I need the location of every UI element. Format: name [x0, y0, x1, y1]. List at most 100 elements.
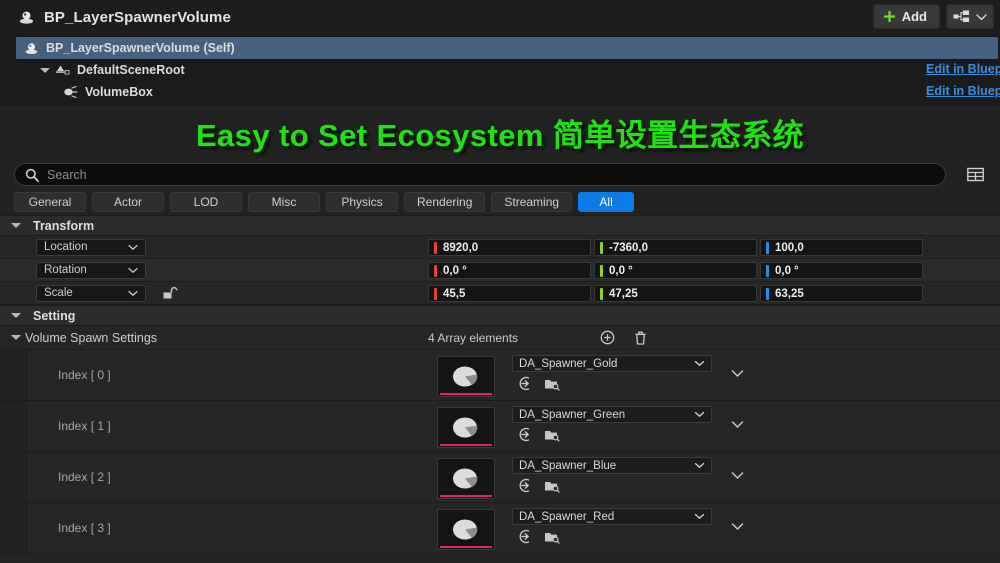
- field-value: -7360,0: [609, 241, 649, 254]
- asset-thumbnail[interactable]: [437, 458, 495, 499]
- asset-thumbnail[interactable]: [437, 407, 495, 448]
- tab-label: Rendering: [417, 195, 473, 209]
- chevron-down-icon: [128, 267, 138, 274]
- array-element-row: Index [ 3 ] DA_Spawner_Red: [0, 503, 1000, 554]
- scene-root-icon: [54, 63, 70, 77]
- tab-misc[interactable]: Misc: [248, 192, 320, 212]
- tab-label: Physics: [341, 195, 383, 209]
- element-index-label: Index [ 0 ]: [58, 368, 111, 382]
- field-value: 0,0 °: [775, 264, 799, 277]
- rotation-x-input[interactable]: 0,0 °: [428, 262, 591, 279]
- scale-z-input[interactable]: 63,25: [760, 285, 923, 302]
- caret-down-icon[interactable]: [11, 335, 21, 340]
- row-gutter: [0, 452, 27, 502]
- array-property-label: Volume Spawn Settings: [25, 330, 158, 345]
- use-selected-asset-icon[interactable]: [518, 427, 533, 442]
- add-button[interactable]: Add: [872, 4, 940, 29]
- asset-name: DA_Spawner_Red: [519, 510, 615, 523]
- tab-all[interactable]: All: [578, 192, 635, 212]
- asset-type-color-bar: [440, 444, 492, 446]
- array-element-row: Index [ 0 ] DA_Spawner_Gold: [0, 350, 1000, 401]
- asset-thumbnail[interactable]: [437, 509, 495, 550]
- tree-item-label: DefaultSceneRoot: [77, 63, 185, 77]
- unlocked-padlock-icon[interactable]: [162, 286, 178, 301]
- property-label: Location: [44, 241, 88, 253]
- browse-to-asset-icon[interactable]: [544, 479, 560, 493]
- edit-in-blueprint-link[interactable]: Edit in Blueprint: [926, 84, 1000, 98]
- category-header-setting[interactable]: Setting: [0, 305, 1000, 326]
- browse-to-asset-icon[interactable]: [544, 428, 560, 442]
- trash-icon[interactable]: [633, 330, 648, 346]
- caret-down-icon[interactable]: [40, 67, 50, 73]
- chevron-down-icon: [976, 13, 987, 21]
- axis-x-color-bar: [434, 241, 437, 254]
- property-row-rotation: Rotation 0,0 ° 0,0 ° 0,0 °: [0, 259, 1000, 282]
- details-body: Transform Location 8920,0 -7360,0 100,0 …: [0, 215, 1000, 563]
- row-gutter: [0, 401, 27, 451]
- browse-to-asset-icon[interactable]: [544, 377, 560, 391]
- tab-actor[interactable]: Actor: [92, 192, 164, 212]
- plus-icon: [883, 10, 896, 23]
- tab-physics[interactable]: Physics: [326, 192, 398, 212]
- tree-item-volume-box[interactable]: VolumeBox Edit in Blueprint: [0, 81, 1000, 103]
- search-input[interactable]: Search: [14, 163, 946, 186]
- scale-name-button[interactable]: Scale: [36, 284, 146, 302]
- tab-label: General: [28, 195, 72, 209]
- overlay-banner-text: Easy to Set Ecosystem 简单设置生态系统: [195, 117, 805, 153]
- tab-lod[interactable]: LOD: [170, 192, 242, 212]
- scale-x-input[interactable]: 45,5: [428, 285, 591, 302]
- tree-item-default-scene-root[interactable]: DefaultSceneRoot Edit in Blueprint: [0, 59, 1000, 81]
- tab-streaming[interactable]: Streaming: [491, 192, 573, 212]
- asset-dropdown[interactable]: DA_Spawner_Green: [512, 406, 712, 423]
- location-name-button[interactable]: Location: [36, 238, 146, 256]
- asset-action-icons: [518, 529, 560, 544]
- asset-dropdown[interactable]: DA_Spawner_Blue: [512, 457, 712, 474]
- axis-z-color-bar: [766, 241, 769, 254]
- category-label: Transform: [33, 218, 95, 233]
- asset-type-color-bar: [440, 495, 492, 497]
- table-settings-icon[interactable]: [964, 164, 986, 185]
- rotation-fields: 0,0 ° 0,0 ° 0,0 °: [428, 262, 923, 279]
- rotation-y-input[interactable]: 0,0 °: [594, 262, 757, 279]
- overlay-banner: Easy to Set Ecosystem 简单设置生态系统: [0, 106, 1000, 158]
- location-y-input[interactable]: -7360,0: [594, 239, 757, 256]
- row-gutter: [0, 503, 27, 553]
- add-element-icon[interactable]: [600, 330, 615, 345]
- view-options-button[interactable]: [946, 4, 994, 29]
- caret-down-icon[interactable]: [11, 313, 21, 318]
- use-selected-asset-icon[interactable]: [518, 376, 533, 391]
- expand-element-chevron[interactable]: [731, 420, 744, 429]
- property-row-location: Location 8920,0 -7360,0 100,0: [0, 236, 1000, 259]
- location-z-input[interactable]: 100,0: [760, 239, 923, 256]
- rotation-name-button[interactable]: Rotation: [36, 261, 146, 279]
- asset-dropdown[interactable]: DA_Spawner_Gold: [512, 355, 712, 372]
- category-header-transform[interactable]: Transform: [0, 215, 1000, 236]
- tree-item-self[interactable]: BP_LayerSpawnerVolume (Self): [16, 37, 998, 59]
- use-selected-asset-icon[interactable]: [518, 478, 533, 493]
- tab-general[interactable]: General: [14, 192, 86, 212]
- edit-in-blueprint-link[interactable]: Edit in Blueprint: [926, 62, 1000, 76]
- asset-thumbnail[interactable]: [437, 356, 495, 397]
- scale-y-input[interactable]: 47,25: [594, 285, 757, 302]
- browse-to-asset-icon[interactable]: [544, 530, 560, 544]
- tab-label: All: [599, 195, 613, 209]
- asset-action-icons: [518, 478, 560, 493]
- tree-item-label: BP_LayerSpawnerVolume (Self): [46, 41, 235, 55]
- category-label: Setting: [33, 308, 76, 323]
- property-label: Scale: [44, 287, 73, 299]
- asset-dropdown[interactable]: DA_Spawner_Red: [512, 508, 712, 525]
- search-row: Search: [0, 160, 1000, 190]
- caret-down-icon[interactable]: [11, 223, 21, 228]
- expand-element-chevron[interactable]: [731, 471, 744, 480]
- location-x-input[interactable]: 8920,0: [428, 239, 591, 256]
- rotation-z-input[interactable]: 0,0 °: [760, 262, 923, 279]
- search-placeholder: Search: [47, 167, 87, 182]
- tab-rendering[interactable]: Rendering: [404, 192, 486, 212]
- axis-x-color-bar: [434, 287, 437, 300]
- expand-element-chevron[interactable]: [731, 522, 744, 531]
- blueprint-actor-icon: [24, 41, 39, 56]
- expand-element-chevron[interactable]: [731, 369, 744, 378]
- use-selected-asset-icon[interactable]: [518, 529, 533, 544]
- row-gutter: [0, 350, 27, 400]
- tab-label: Actor: [113, 195, 142, 209]
